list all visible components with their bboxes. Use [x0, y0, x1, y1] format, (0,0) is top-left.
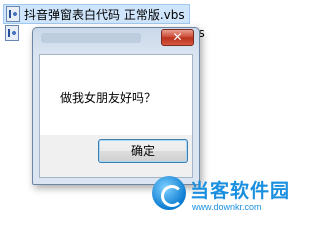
message-area: 做我女朋友好吗？ [40, 55, 192, 135]
title-bar[interactable]: ✕ [33, 28, 199, 50]
watermark-logo: 当客软件园 www.downkr.com [152, 174, 289, 218]
vbs-file-icon [5, 25, 19, 41]
file-row-icon[interactable] [3, 23, 23, 43]
message-box: ✕ 做我女朋友好吗？ 确定 [32, 27, 200, 185]
dialog-client: 做我女朋友好吗？ 确定 [39, 54, 193, 178]
watermark-url: www.downkr.com [192, 202, 262, 212]
vbs-file-icon [6, 6, 20, 22]
message-text: 做我女朋友好吗？ [60, 91, 157, 105]
ok-button[interactable]: 确定 [98, 139, 188, 163]
file-name: 抖音弹窗表白代码 正常版.vbs [24, 7, 185, 22]
watermark-title: 当客软件园 [190, 180, 291, 202]
logo-icon [152, 176, 186, 210]
file-row-selected[interactable]: 抖音弹窗表白代码 正常版.vbs [3, 4, 190, 24]
close-button[interactable]: ✕ [161, 29, 194, 46]
blurred-title [41, 33, 141, 43]
